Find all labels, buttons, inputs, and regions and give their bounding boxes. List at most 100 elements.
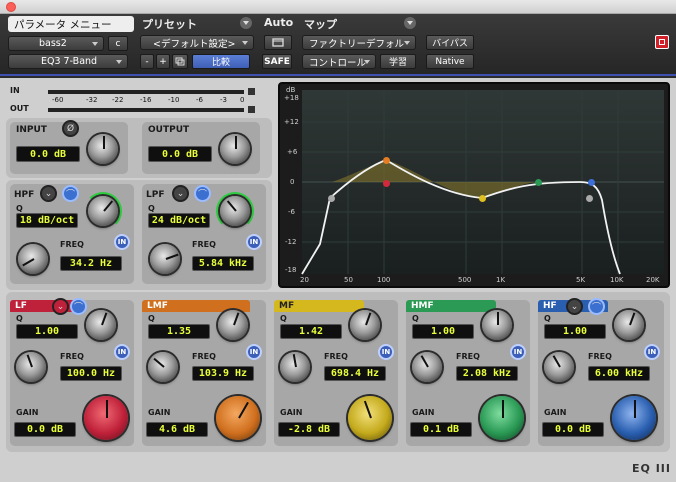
lpf-freq-knob[interactable]	[150, 244, 180, 274]
phase-invert-icon[interactable]: Ø	[62, 120, 79, 137]
lf-node[interactable]	[383, 180, 390, 187]
lf-curve-icon[interactable]: ⌒	[70, 298, 87, 315]
hf-curve-icon[interactable]: ⌒	[588, 298, 605, 315]
lmf-gain-knob[interactable]	[216, 396, 260, 440]
lf-q-knob[interactable]	[86, 310, 116, 340]
in-meter-clip[interactable]	[248, 88, 255, 95]
red-stop-icon[interactable]	[655, 35, 669, 49]
hf-q-display[interactable]: 1.00	[544, 324, 606, 339]
hf-freq-display[interactable]: 6.00 kHz	[588, 366, 650, 381]
native-button[interactable]: Native	[426, 54, 474, 69]
hf-node[interactable]	[588, 179, 595, 186]
lpf-q-knob[interactable]	[220, 196, 250, 226]
hpf-enable-icon[interactable]: ⌄	[40, 185, 57, 202]
meter-tick: -6	[196, 96, 203, 104]
lmf-freq-knob[interactable]	[148, 352, 178, 382]
hmf-node[interactable]	[535, 179, 542, 186]
eq-graph[interactable]: dB +18 +12 +6 0 -6 -12 -18 20 50 100 500…	[278, 82, 670, 288]
lpf-freq-display[interactable]: 5.84 kHz	[192, 256, 254, 271]
safe-button[interactable]: SAFE	[262, 54, 292, 69]
hpf-q-knob[interactable]	[88, 196, 118, 226]
lpf-q-display[interactable]: 24 dB/oct	[148, 213, 210, 228]
factory-default-selector[interactable]: ファクトリーデフォル	[302, 35, 416, 50]
mf-freq-display[interactable]: 698.4 Hz	[324, 366, 386, 381]
lpf-node[interactable]	[586, 195, 593, 202]
lmf-gain-display[interactable]: 4.6 dB	[146, 422, 208, 437]
preset-minus-button[interactable]: -	[140, 54, 154, 69]
meter-tick: -16	[140, 96, 152, 104]
hpf-curve-icon[interactable]: ⌒	[62, 185, 79, 202]
hf-gain-display[interactable]: 0.0 dB	[542, 422, 604, 437]
hpf-freq-label: FREQ	[60, 240, 84, 249]
preset-plus-button[interactable]: +	[156, 54, 170, 69]
mf-gain-display[interactable]: -2.8 dB	[278, 422, 340, 437]
output-value-display[interactable]: 0.0 dB	[148, 146, 212, 162]
lpf-enable-icon[interactable]: ⌄	[172, 185, 189, 202]
hpf-freq-knob[interactable]	[18, 244, 48, 274]
hpf-in-button[interactable]: IN	[114, 234, 130, 250]
compare-button[interactable]: 比較	[192, 54, 250, 69]
lf-freq-knob[interactable]	[16, 352, 46, 382]
track-channel-button[interactable]: c	[108, 36, 128, 51]
auto-button[interactable]	[264, 35, 292, 50]
mf-node[interactable]	[479, 195, 486, 202]
close-window-button[interactable]	[6, 2, 16, 12]
mf-in-button[interactable]: IN	[378, 344, 394, 360]
lf-in-button[interactable]: IN	[114, 344, 130, 360]
bypass-button[interactable]: バイパス	[426, 35, 474, 50]
minus-label: -	[145, 56, 149, 67]
lmf-q-display[interactable]: 1.35	[148, 324, 210, 339]
map-menu-icon[interactable]	[404, 17, 416, 29]
hmf-freq-knob[interactable]	[412, 352, 442, 382]
hpf-in-label: IN	[117, 238, 127, 246]
freq-label: 10K	[610, 276, 624, 284]
input-knob[interactable]	[88, 134, 118, 164]
track-selector[interactable]: bass2	[8, 36, 104, 51]
plugin-selector[interactable]: EQ3 7-Band	[8, 54, 128, 69]
lf-gain-knob[interactable]	[84, 396, 128, 440]
hpf-freq-display[interactable]: 34.2 Hz	[60, 256, 122, 271]
lf-q-display[interactable]: 1.00	[16, 324, 78, 339]
mf-tag: MF	[274, 300, 364, 312]
hmf-gain-knob[interactable]	[480, 396, 524, 440]
learn-button[interactable]: 学習	[380, 54, 416, 69]
mf-q-display[interactable]: 1.42	[280, 324, 342, 339]
lmf-in-button[interactable]: IN	[246, 344, 262, 360]
mf-gain-knob[interactable]	[348, 396, 392, 440]
preset-selector[interactable]: <デフォルト設定>	[140, 35, 254, 50]
lf-gain-display[interactable]: 0.0 dB	[14, 422, 76, 437]
auto-label: Auto	[264, 16, 294, 29]
hpf-node[interactable]	[328, 195, 335, 202]
hmf-gain-display[interactable]: 0.1 dB	[410, 422, 472, 437]
hf-q-knob[interactable]	[614, 310, 644, 340]
preset-menu-icon[interactable]	[240, 17, 252, 29]
hf-gain-knob[interactable]	[612, 396, 656, 440]
factory-default-label: ファクトリーデフォル	[309, 38, 405, 50]
lmf-freq-display[interactable]: 103.9 Hz	[192, 366, 254, 381]
copy-settings-button[interactable]	[172, 54, 188, 69]
lpf-curve-icon[interactable]: ⌒	[194, 185, 211, 202]
control-selector[interactable]: コントロール	[302, 54, 376, 69]
mf-q-knob[interactable]	[350, 310, 380, 340]
mf-freq-knob[interactable]	[280, 352, 310, 382]
lpf-in-button[interactable]: IN	[246, 234, 262, 250]
output-knob[interactable]	[220, 134, 250, 164]
input-value-display[interactable]: 0.0 dB	[16, 146, 80, 162]
hmf-in-button[interactable]: IN	[510, 344, 526, 360]
hf-shelf-icon[interactable]: ⌄	[566, 298, 583, 315]
lmf-gain-value: 4.6 dB	[158, 424, 196, 435]
hmf-q-knob[interactable]	[482, 310, 512, 340]
lmf-node[interactable]	[383, 157, 390, 164]
lmf-q-knob[interactable]	[218, 310, 248, 340]
hmf-freq-display[interactable]: 2.08 kHz	[456, 366, 518, 381]
hf-freq-knob[interactable]	[544, 352, 574, 382]
out-meter-clip[interactable]	[248, 106, 255, 113]
hf-in-button[interactable]: IN	[644, 344, 660, 360]
lf-shelf-icon[interactable]: ⌄	[52, 298, 69, 315]
map-label: マップ	[304, 18, 337, 31]
hmf-q-display[interactable]: 1.00	[412, 324, 474, 339]
lf-freq-display[interactable]: 100.0 Hz	[60, 366, 122, 381]
hmf-q-label: Q	[412, 314, 419, 323]
mf-freq-label: FREQ	[324, 352, 348, 361]
hpf-q-display[interactable]: 18 dB/oct	[16, 213, 78, 228]
